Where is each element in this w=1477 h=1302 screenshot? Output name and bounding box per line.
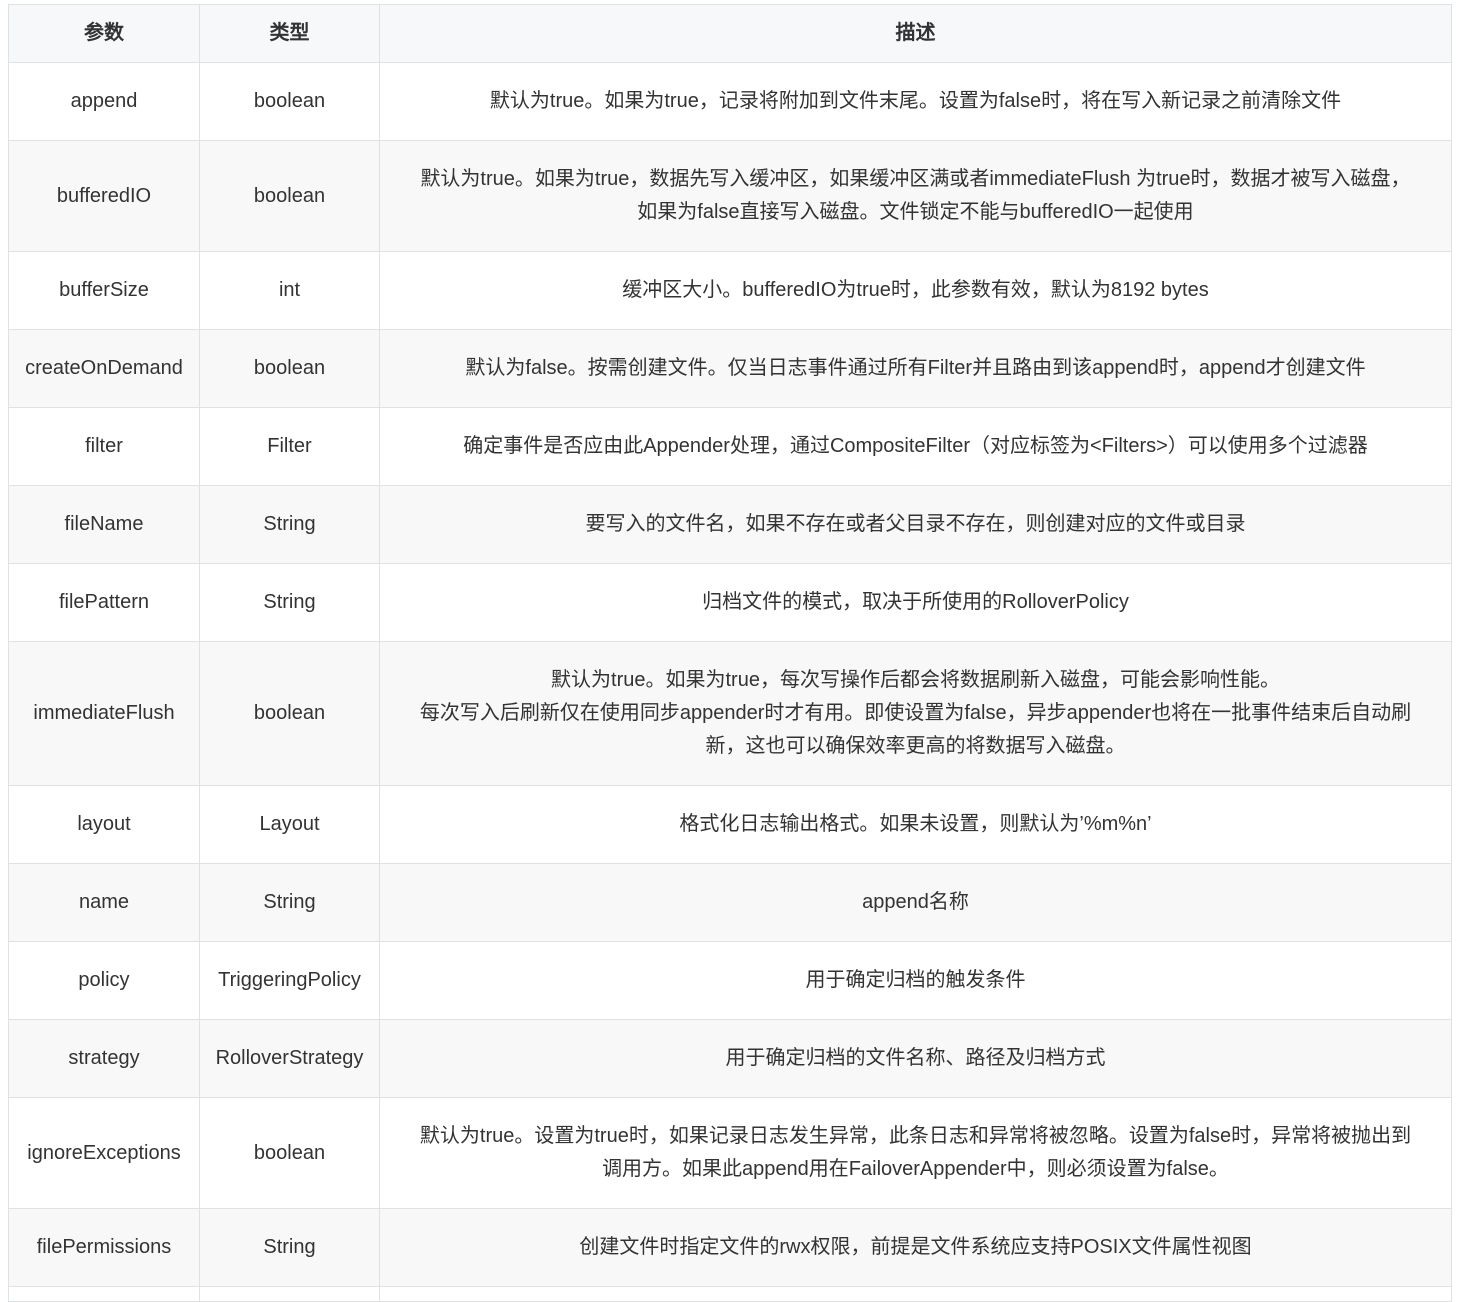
table-body: append boolean 默认为true。如果为true，记录将附加到文件末… [8,62,1452,1302]
table-row: policy TriggeringPolicy 用于确定归档的触发条件 [8,941,1452,1020]
param-cell: name [8,863,200,942]
description-line: 默认为true。如果为true，数据先写入缓冲区，如果缓冲区满或者immedia… [420,168,1411,190]
description-line: 用于确定归档的文件名称、路径及归档方式 [725,1047,1106,1069]
param-cell: filter [8,407,200,486]
description-line: 用于确定归档的触发条件 [805,969,1026,991]
table-row: append boolean 默认为true。如果为true，记录将附加到文件末… [8,62,1452,141]
description-line: 默认为true。设置为true时，如果记录日志发生异常，此条日志和异常将被忽略。… [419,1125,1412,1147]
type-cell: int [199,251,380,330]
description-line: 如果为false直接写入磁盘。文件锁定不能与bufferedIO一起使用 [637,201,1194,223]
description-line: 默认为true。如果为true，记录将附加到文件末尾。设置为false时，将在写… [489,90,1342,112]
param-cell: filePattern [8,563,200,642]
description-cell: 归档文件的模式，取决于所使用的RolloverPolicy [379,563,1452,642]
description-cell: 默认为true。如果为true，每次写操作后都会将数据刷新入磁盘，可能会影响性能… [379,641,1452,786]
description-cell: append名称 [379,863,1452,942]
type-cell: String [199,863,380,942]
table-row: layout Layout 格式化日志输出格式。如果未设置，则默认为’%m%n’ [8,785,1452,864]
table-row: bufferSize int 缓冲区大小。bufferedIO为true时，此参… [8,251,1452,330]
description-line: 归档文件的模式，取决于所使用的RolloverPolicy [702,591,1129,613]
type-cell: boolean [199,140,380,252]
param-cell: immediateFlush [8,641,200,786]
description-line: 缓冲区大小。bufferedIO为true时，此参数有效，默认为8192 byt… [622,279,1209,301]
type-cell: boolean [199,62,380,141]
param-cell: filePermissions [8,1208,200,1287]
description-cell [379,1286,1452,1302]
parameter-table: 参数 类型 描述 append boolean 默认为true。如果为true，… [8,4,1452,1302]
table-row: name String append名称 [8,863,1452,942]
description-line: 确定事件是否应由此Appender处理，通过CompositeFilter（对应… [463,435,1368,457]
header-type: 类型 [199,4,380,63]
type-cell: String [199,1208,380,1287]
description-line: append名称 [862,891,969,913]
type-cell: boolean [199,641,380,786]
type-cell: String [199,563,380,642]
description-cell: 确定事件是否应由此Appender处理，通过CompositeFilter（对应… [379,407,1452,486]
description-cell: 格式化日志输出格式。如果未设置，则默认为’%m%n’ [379,785,1452,864]
param-cell: layout [8,785,200,864]
header-description: 描述 [379,4,1452,63]
type-cell: Layout [199,785,380,864]
param-cell: createOnDemand [8,329,200,408]
description-line: 默认为false。按需创建文件。仅当日志事件通过所有Filter并且路由到该ap… [465,357,1366,379]
description-cell: 用于确定归档的触发条件 [379,941,1452,1020]
header-param: 参数 [8,4,200,63]
table-row: ignoreExceptions boolean 默认为true。设置为true… [8,1097,1452,1209]
param-cell: fileName [8,485,200,564]
header-row: 参数 类型 描述 [8,4,1452,63]
param-cell [8,1286,200,1302]
type-cell: boolean [199,329,380,408]
description-line: 调用方。如果此append用在FailoverAppender中，则必须设置为f… [602,1158,1229,1180]
param-cell: ignoreExceptions [8,1097,200,1209]
param-cell: policy [8,941,200,1020]
table-row: createOnDemand boolean 默认为false。按需创建文件。仅… [8,329,1452,408]
type-cell: boolean [199,1097,380,1209]
table-row: fileName String 要写入的文件名，如果不存在或者父目录不存在，则创… [8,485,1452,564]
description-line: 新，这也可以确保效率更高的将数据写入磁盘。 [705,735,1126,757]
description-cell: 默认为true。如果为true，数据先写入缓冲区，如果缓冲区满或者immedia… [379,140,1452,252]
description-cell: 默认为false。按需创建文件。仅当日志事件通过所有Filter并且路由到该ap… [379,329,1452,408]
description-line: 格式化日志输出格式。如果未设置，则默认为’%m%n’ [679,813,1152,835]
description-line: 要写入的文件名，如果不存在或者父目录不存在，则创建对应的文件或目录 [585,513,1246,535]
table-row: immediateFlush boolean 默认为true。如果为true，每… [8,641,1452,786]
table-row: bufferedIO boolean 默认为true。如果为true，数据先写入… [8,140,1452,252]
parameter-table-container: 参数 类型 描述 append boolean 默认为true。如果为true，… [8,4,1452,1302]
description-cell: 要写入的文件名，如果不存在或者父目录不存在，则创建对应的文件或目录 [379,485,1452,564]
type-cell: String [199,485,380,564]
table-row-partial [8,1286,1452,1302]
description-line: 创建文件时指定文件的rwx权限，前提是文件系统应支持POSIX文件属性视图 [579,1236,1252,1258]
type-cell: Filter [199,407,380,486]
param-cell: bufferSize [8,251,200,330]
type-cell: TriggeringPolicy [199,941,380,1020]
description-line: 每次写入后刷新仅在使用同步appender时才有用。即使设置为false，异步a… [419,702,1412,724]
description-cell: 默认为true。设置为true时，如果记录日志发生异常，此条日志和异常将被忽略。… [379,1097,1452,1209]
type-cell: RolloverStrategy [199,1019,380,1098]
type-cell [199,1286,380,1302]
param-cell: append [8,62,200,141]
description-cell: 创建文件时指定文件的rwx权限，前提是文件系统应支持POSIX文件属性视图 [379,1208,1452,1287]
table-row: filePattern String 归档文件的模式，取决于所使用的Rollov… [8,563,1452,642]
description-cell: 缓冲区大小。bufferedIO为true时，此参数有效，默认为8192 byt… [379,251,1452,330]
table-row: filter Filter 确定事件是否应由此Appender处理，通过Comp… [8,407,1452,486]
table-row: filePermissions String 创建文件时指定文件的rwx权限，前… [8,1208,1452,1287]
table-row: strategy RolloverStrategy 用于确定归档的文件名称、路径… [8,1019,1452,1098]
table-header: 参数 类型 描述 [8,4,1452,63]
description-cell: 用于确定归档的文件名称、路径及归档方式 [379,1019,1452,1098]
description-line: 默认为true。如果为true，每次写操作后都会将数据刷新入磁盘，可能会影响性能… [551,669,1280,691]
description-cell: 默认为true。如果为true，记录将附加到文件末尾。设置为false时，将在写… [379,62,1452,141]
param-cell: strategy [8,1019,200,1098]
param-cell: bufferedIO [8,140,200,252]
